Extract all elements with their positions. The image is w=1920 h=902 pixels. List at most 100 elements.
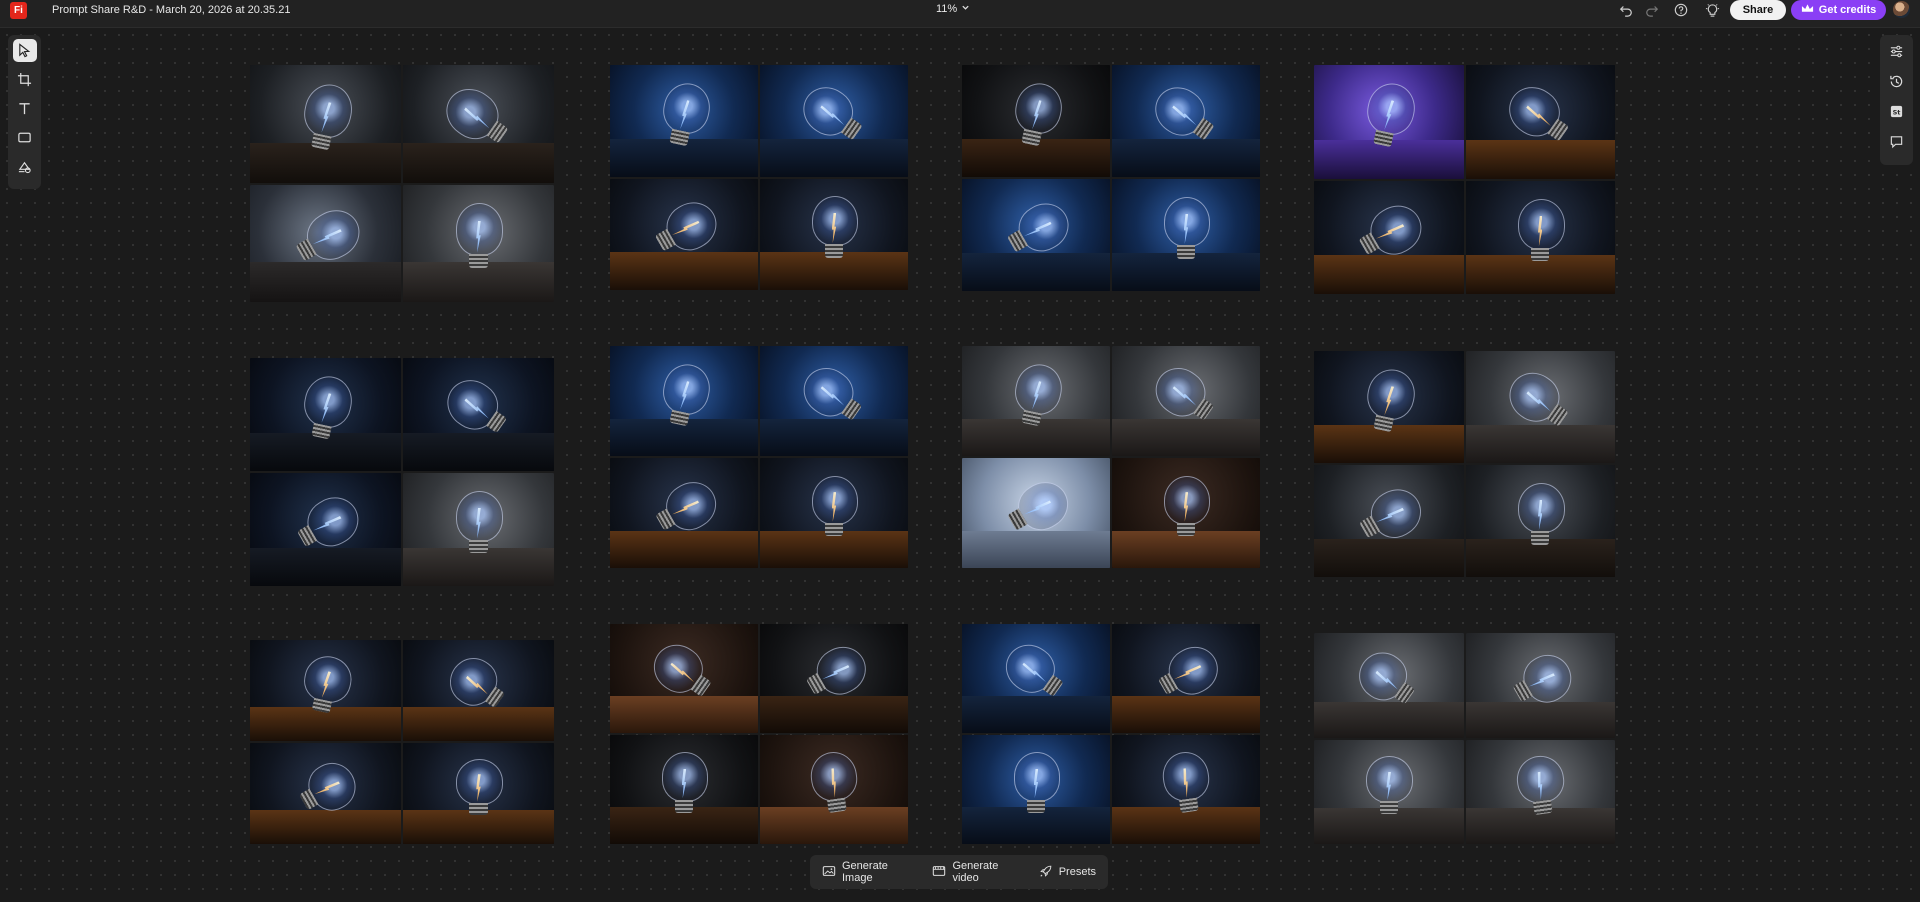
generate-video-label: Generate video (952, 860, 999, 884)
lightbulb-image-thumbnail[interactable] (1314, 465, 1464, 577)
lightbulb-image-thumbnail[interactable] (962, 65, 1110, 177)
lightbulb-image-thumbnail[interactable] (1465, 180, 1615, 294)
lightbulb-image-thumbnail[interactable] (610, 346, 758, 456)
generate-video-button[interactable]: Generate video (926, 856, 1032, 888)
image-variation-group[interactable] (250, 65, 554, 302)
image-variation-group[interactable] (962, 346, 1260, 568)
image-variation-group[interactable] (962, 65, 1260, 291)
generative-fill-icon[interactable] (13, 155, 37, 178)
text-tool-icon[interactable] (13, 97, 37, 120)
get-credits-button[interactable]: Get credits (1791, 0, 1886, 20)
thumbnail-table-surface (962, 252, 1110, 291)
lightbulb-image-thumbnail[interactable] (250, 184, 401, 302)
help-icon[interactable] (1672, 1, 1690, 19)
svg-text:St: St (1893, 108, 1901, 116)
image-variation-group[interactable] (1314, 65, 1615, 294)
image-variation-group[interactable] (610, 65, 908, 290)
lightbulb-image-thumbnail[interactable] (403, 65, 554, 183)
lightbulb-image-thumbnail[interactable] (250, 743, 401, 844)
lightbulb-image-thumbnail[interactable] (760, 624, 908, 733)
lightbulb-image-thumbnail[interactable] (250, 358, 401, 471)
thumbnail-table-surface (962, 530, 1110, 568)
lightbulb-image-thumbnail[interactable] (1112, 624, 1260, 733)
lightbulb-image-thumbnail[interactable] (962, 624, 1110, 733)
lightbulb-image-thumbnail[interactable] (1314, 739, 1464, 844)
lightbulb-image-thumbnail[interactable] (403, 640, 554, 741)
lightbulb-image-thumbnail[interactable] (1314, 65, 1464, 179)
history-icon[interactable] (1885, 70, 1909, 93)
zoom-control[interactable]: 11% (936, 3, 970, 15)
image-icon (822, 864, 836, 881)
lightbulb-image-thumbnail[interactable] (1465, 65, 1615, 179)
lightbulb-icon (1517, 198, 1565, 267)
video-icon (932, 864, 946, 881)
lightbulb-icon (1159, 749, 1213, 821)
rocket-icon (1039, 864, 1053, 881)
lightbulb-icon (455, 491, 504, 559)
lightbulb-image-thumbnail[interactable] (760, 65, 908, 177)
image-variation-group[interactable] (250, 358, 554, 586)
lightbulb-image-thumbnail[interactable] (760, 735, 908, 844)
lightbulb-image-thumbnail[interactable] (1112, 458, 1260, 568)
lightbulb-image-thumbnail[interactable] (1465, 739, 1615, 844)
firefly-logo[interactable]: Fi (10, 2, 27, 19)
lightbulb-icon (1513, 753, 1567, 821)
lightbulb-image-thumbnail[interactable] (1112, 179, 1260, 291)
lightbulb-image-thumbnail[interactable] (250, 640, 401, 741)
lightbulb-image-thumbnail[interactable] (760, 346, 908, 456)
lightbulb-image-thumbnail[interactable] (1465, 633, 1615, 738)
lightbulb-image-thumbnail[interactable] (760, 458, 908, 568)
lightbulb-image-thumbnail[interactable] (610, 624, 758, 733)
lightbulb-image-thumbnail[interactable] (610, 178, 758, 290)
lightbulb-image-thumbnail[interactable] (962, 346, 1110, 456)
shape-tool-icon[interactable] (13, 126, 37, 149)
presets-button[interactable]: Presets (1033, 860, 1102, 885)
lightbulb-icon (1517, 482, 1565, 550)
lightbulb-image-thumbnail[interactable] (610, 735, 758, 844)
adjust-icon[interactable] (1885, 40, 1909, 63)
chevron-down-icon (961, 3, 970, 15)
lightbulb-image-thumbnail[interactable] (250, 473, 401, 586)
lightbulb-image-thumbnail[interactable] (403, 184, 554, 302)
image-variation-group[interactable] (962, 624, 1260, 844)
generate-image-button[interactable]: Generate Image (816, 856, 926, 888)
image-variation-group[interactable] (1314, 351, 1615, 577)
lightbulb-image-thumbnail[interactable] (962, 179, 1110, 291)
select-tool-icon[interactable] (12, 39, 37, 62)
generate-image-label: Generate Image (842, 860, 888, 884)
redo-icon[interactable] (1643, 1, 1661, 19)
lightbulb-image-thumbnail[interactable] (1465, 465, 1615, 577)
image-variation-group[interactable] (1314, 633, 1615, 844)
lightbulb-image-thumbnail[interactable] (1314, 633, 1464, 738)
lightbulb-image-thumbnail[interactable] (1112, 346, 1260, 456)
stock-icon[interactable]: St (1885, 100, 1909, 123)
lightbulb-image-thumbnail[interactable] (1465, 351, 1615, 463)
lightbulb-image-thumbnail[interactable] (403, 358, 554, 471)
lightbulb-image-thumbnail[interactable] (962, 458, 1110, 568)
undo-icon[interactable] (1617, 1, 1635, 19)
lightbulb-image-thumbnail[interactable] (250, 65, 401, 183)
thumbnail-table-surface (1112, 695, 1260, 733)
lightbulb-image-thumbnail[interactable] (1314, 351, 1464, 463)
user-avatar[interactable] (1893, 1, 1910, 18)
lightbulb-image-thumbnail[interactable] (403, 473, 554, 586)
lightbulb-image-thumbnail[interactable] (610, 458, 758, 568)
document-title[interactable]: Prompt Share R&D - March 20, 2026 at 20.… (52, 4, 290, 16)
lightbulb-image-thumbnail[interactable] (962, 735, 1110, 844)
lightbulb-image-thumbnail[interactable] (610, 65, 758, 177)
image-variation-group[interactable] (610, 346, 908, 568)
comment-icon[interactable] (1885, 130, 1909, 153)
image-variation-group[interactable] (250, 640, 554, 844)
lightbulb-image-thumbnail[interactable] (1112, 65, 1260, 177)
share-button[interactable]: Share (1730, 0, 1786, 20)
lightbulb-image-thumbnail[interactable] (1314, 180, 1464, 294)
crop-frame-icon[interactable] (13, 68, 37, 91)
left-toolbar (8, 35, 41, 189)
get-credits-label: Get credits (1818, 4, 1877, 16)
image-variation-group[interactable] (610, 624, 908, 844)
thumbnail-table-surface (610, 252, 758, 290)
lightbulb-icon[interactable] (1703, 1, 1721, 19)
lightbulb-image-thumbnail[interactable] (403, 743, 554, 844)
lightbulb-image-thumbnail[interactable] (1112, 735, 1260, 844)
lightbulb-image-thumbnail[interactable] (760, 178, 908, 290)
